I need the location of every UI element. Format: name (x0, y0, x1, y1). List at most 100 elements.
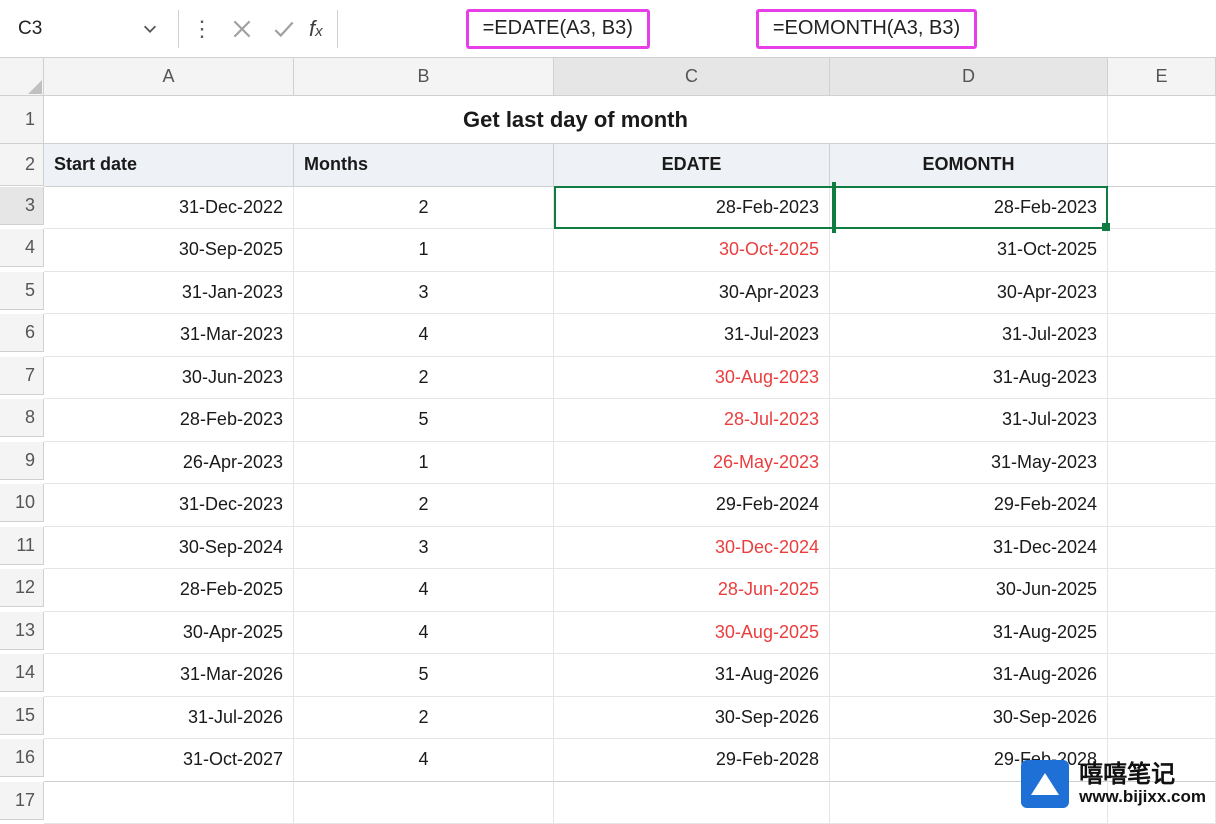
cell-e10[interactable] (1108, 484, 1216, 527)
row-header-9[interactable]: 9 (0, 442, 44, 480)
col-header-c[interactable]: C (554, 58, 830, 96)
cell-e6[interactable] (1108, 314, 1216, 357)
header-start-date[interactable]: Start date (44, 144, 294, 187)
cell-b15[interactable]: 2 (294, 697, 554, 740)
col-header-b[interactable]: B (294, 58, 554, 96)
cell-c15[interactable]: 30-Sep-2026 (554, 697, 830, 740)
cell-b11[interactable]: 3 (294, 527, 554, 570)
cell-d15[interactable]: 30-Sep-2026 (830, 697, 1108, 740)
cell-c9[interactable]: 26-May-2023 (554, 442, 830, 485)
row-header-12[interactable]: 12 (0, 569, 44, 607)
cell-c4[interactable]: 30-Oct-2025 (554, 229, 830, 272)
title-cell[interactable]: Get last day of month (44, 96, 1108, 144)
row-header-10[interactable]: 10 (0, 484, 44, 522)
header-eomonth[interactable]: EOMONTH (830, 144, 1108, 187)
row-header-13[interactable]: 13 (0, 612, 44, 650)
cell-a7[interactable]: 30-Jun-2023 (44, 357, 294, 400)
col-header-d[interactable]: D (830, 58, 1108, 96)
cell-e4[interactable] (1108, 229, 1216, 272)
cell-d10[interactable]: 29-Feb-2024 (830, 484, 1108, 527)
chevron-down-icon[interactable] (140, 19, 160, 39)
cell-d4[interactable]: 31-Oct-2025 (830, 229, 1108, 272)
cell-b10[interactable]: 2 (294, 484, 554, 527)
row-header-8[interactable]: 8 (0, 399, 44, 437)
cell-b13[interactable]: 4 (294, 612, 554, 655)
cell-e12[interactable] (1108, 569, 1216, 612)
cell-a4[interactable]: 30-Sep-2025 (44, 229, 294, 272)
cell-d14[interactable]: 31-Aug-2026 (830, 654, 1108, 697)
select-all-corner[interactable] (0, 58, 44, 96)
cell-b14[interactable]: 5 (294, 654, 554, 697)
cell-c7[interactable]: 30-Aug-2023 (554, 357, 830, 400)
cell-d12[interactable]: 30-Jun-2025 (830, 569, 1108, 612)
cell-c11[interactable]: 30-Dec-2024 (554, 527, 830, 570)
cell-b5[interactable]: 3 (294, 272, 554, 315)
cell-a8[interactable]: 28-Feb-2023 (44, 399, 294, 442)
cell-c5[interactable]: 30-Apr-2023 (554, 272, 830, 315)
cell-d3[interactable]: 28-Feb-2023 (830, 187, 1108, 230)
cell-a14[interactable]: 31-Mar-2026 (44, 654, 294, 697)
cell-b6[interactable]: 4 (294, 314, 554, 357)
cell-e7[interactable] (1108, 357, 1216, 400)
cell-e3[interactable] (1108, 187, 1216, 230)
cell-a13[interactable]: 30-Apr-2025 (44, 612, 294, 655)
cell-d9[interactable]: 31-May-2023 (830, 442, 1108, 485)
cell-a16[interactable]: 31-Oct-2027 (44, 739, 294, 782)
cell-c3[interactable]: 28-Feb-2023 (554, 187, 830, 230)
row-header-14[interactable]: 14 (0, 654, 44, 692)
cell-b3[interactable]: 2 (294, 187, 554, 230)
cell-e5[interactable] (1108, 272, 1216, 315)
cell-b8[interactable]: 5 (294, 399, 554, 442)
cell-c17[interactable] (554, 782, 830, 824)
cell-e15[interactable] (1108, 697, 1216, 740)
cell-d6[interactable]: 31-Jul-2023 (830, 314, 1108, 357)
cell-b4[interactable]: 1 (294, 229, 554, 272)
row-header-6[interactable]: 6 (0, 314, 44, 352)
cell-d7[interactable]: 31-Aug-2023 (830, 357, 1108, 400)
row-header-1[interactable]: 1 (0, 96, 44, 144)
cancel-formula-button[interactable] (225, 12, 259, 46)
cell-e14[interactable] (1108, 654, 1216, 697)
cell-d11[interactable]: 31-Dec-2024 (830, 527, 1108, 570)
cell-a9[interactable]: 26-Apr-2023 (44, 442, 294, 485)
cell-c16[interactable]: 29-Feb-2028 (554, 739, 830, 782)
cell-e2[interactable] (1108, 144, 1216, 187)
cell-e9[interactable] (1108, 442, 1216, 485)
row-header-16[interactable]: 16 (0, 739, 44, 777)
row-header-7[interactable]: 7 (0, 357, 44, 395)
accept-formula-button[interactable] (267, 12, 301, 46)
cell-b12[interactable]: 4 (294, 569, 554, 612)
cell-c10[interactable]: 29-Feb-2024 (554, 484, 830, 527)
cell-e8[interactable] (1108, 399, 1216, 442)
cell-a10[interactable]: 31-Dec-2023 (44, 484, 294, 527)
col-header-e[interactable]: E (1108, 58, 1216, 96)
cell-c14[interactable]: 31-Aug-2026 (554, 654, 830, 697)
cell-b17[interactable] (294, 782, 554, 824)
cell-a11[interactable]: 30-Sep-2024 (44, 527, 294, 570)
cell-e1[interactable] (1108, 96, 1216, 144)
cell-e13[interactable] (1108, 612, 1216, 655)
cell-c13[interactable]: 30-Aug-2025 (554, 612, 830, 655)
cell-c8[interactable]: 28-Jul-2023 (554, 399, 830, 442)
cell-a15[interactable]: 31-Jul-2026 (44, 697, 294, 740)
row-header-4[interactable]: 4 (0, 229, 44, 267)
fx-icon[interactable]: fx (309, 16, 329, 42)
row-header-2[interactable]: 2 (0, 144, 44, 186)
cell-a5[interactable]: 31-Jan-2023 (44, 272, 294, 315)
cell-a17[interactable] (44, 782, 294, 824)
row-header-15[interactable]: 15 (0, 697, 44, 735)
row-header-3[interactable]: 3 (0, 187, 44, 225)
cell-a6[interactable]: 31-Mar-2023 (44, 314, 294, 357)
header-months[interactable]: Months (294, 144, 554, 187)
row-header-17[interactable]: 17 (0, 782, 44, 820)
cell-a3[interactable]: 31-Dec-2022 (44, 187, 294, 230)
cell-d8[interactable]: 31-Jul-2023 (830, 399, 1108, 442)
cell-d13[interactable]: 31-Aug-2025 (830, 612, 1108, 655)
cell-b7[interactable]: 2 (294, 357, 554, 400)
col-header-a[interactable]: A (44, 58, 294, 96)
cell-e11[interactable] (1108, 527, 1216, 570)
row-header-5[interactable]: 5 (0, 272, 44, 310)
cell-d5[interactable]: 30-Apr-2023 (830, 272, 1108, 315)
cell-c12[interactable]: 28-Jun-2025 (554, 569, 830, 612)
cell-b9[interactable]: 1 (294, 442, 554, 485)
